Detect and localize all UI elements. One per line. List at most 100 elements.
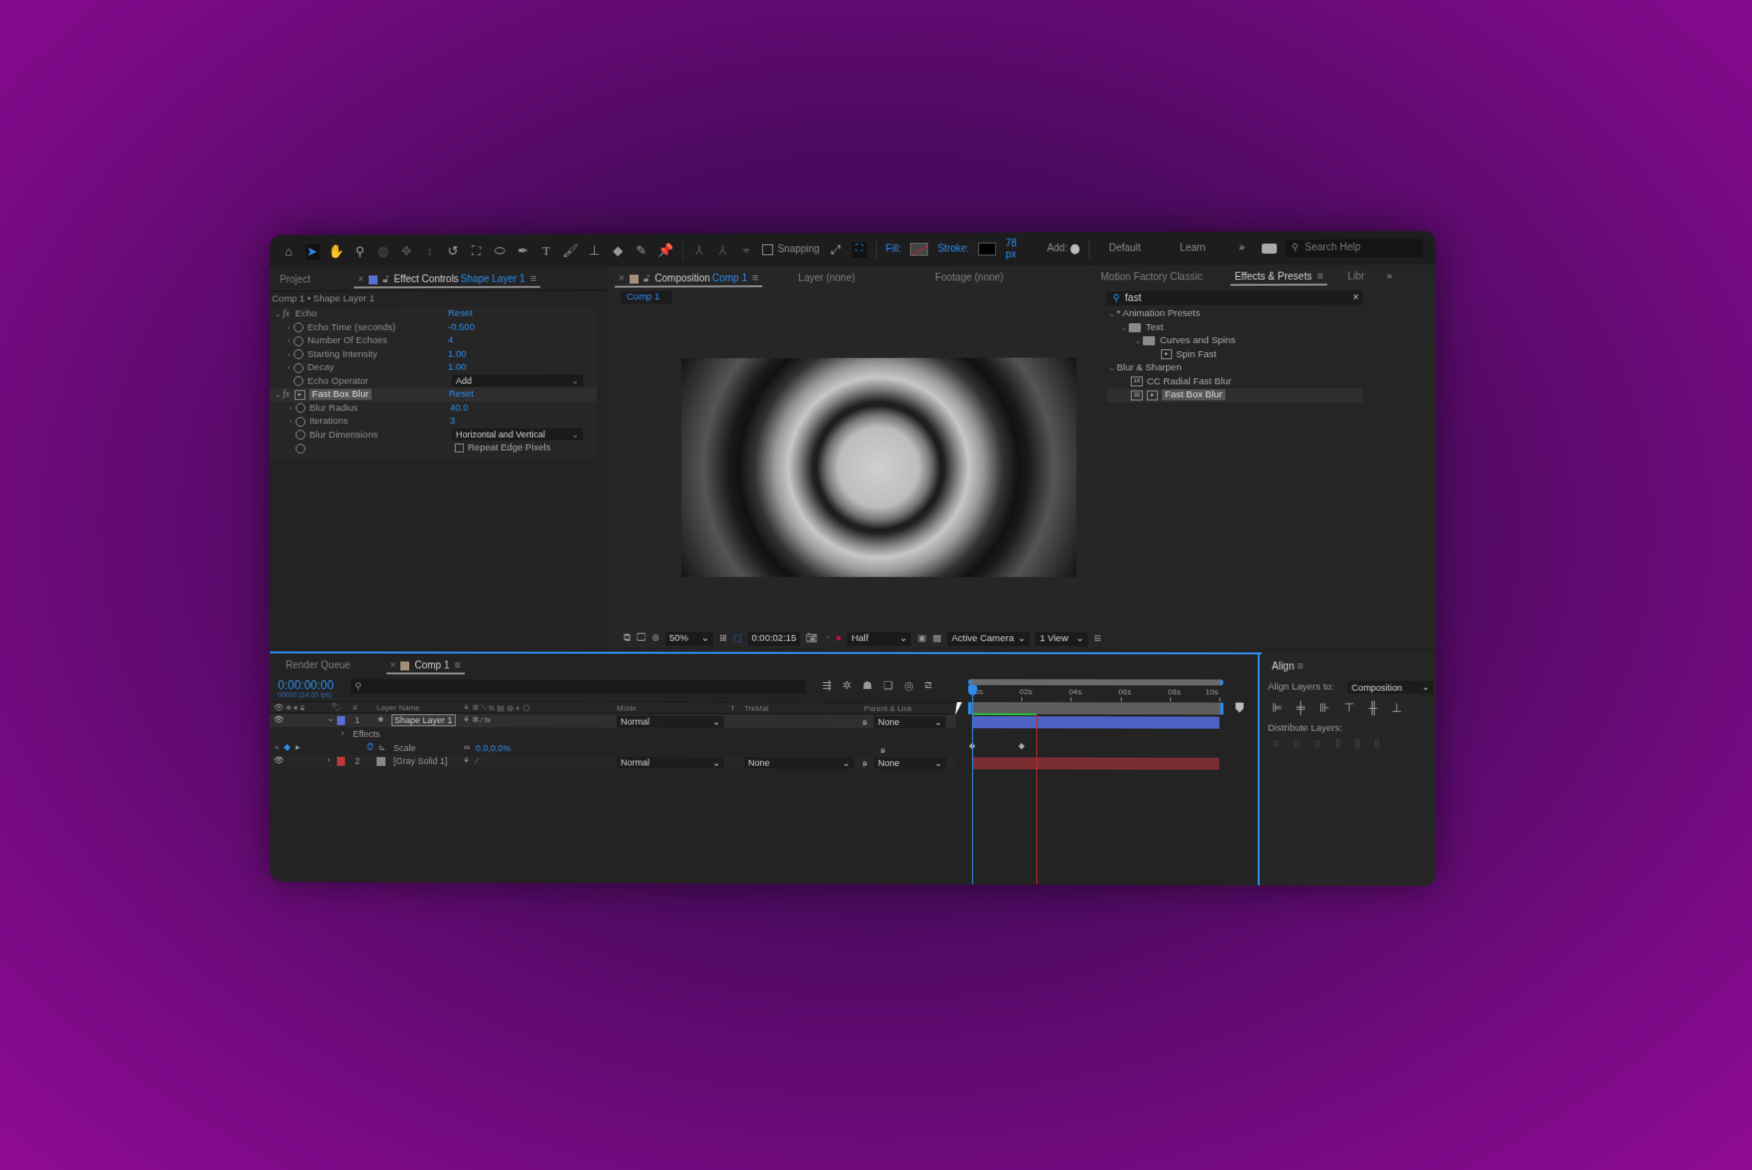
zoom-dropdown[interactable]: 50% ⌄ — [665, 631, 714, 646]
rotation-tool-icon[interactable]: ↺ — [446, 243, 460, 259]
expand-icon[interactable]: › — [286, 417, 296, 426]
close-tab-icon[interactable]: × — [619, 273, 625, 284]
layer-2-mode-dropdown[interactable]: Normal ⌄ — [616, 756, 725, 769]
selection-tool-icon[interactable]: ➤ — [304, 243, 320, 260]
graph-editor-icon[interactable]: ⧄ — [925, 679, 932, 692]
repeat-edge-pixels-checkbox-row[interactable]: Repeat Edge Pixels — [454, 441, 551, 455]
close-tab-icon[interactable]: × — [390, 660, 396, 671]
distribute-hcenter-icon[interactable]: ⦀ — [1355, 737, 1360, 752]
layer-name[interactable]: Shape Layer 1 — [391, 714, 456, 727]
effects-search-field[interactable]: ⚲ fast × — [1106, 290, 1363, 306]
tab-libraries[interactable]: Libr — [1338, 265, 1375, 287]
tab-effect-controls[interactable]: × 🔓︎ Effect Controls Shape Layer 1 ≡ — [348, 268, 546, 291]
panel-menu-icon[interactable]: ≡ — [530, 273, 536, 285]
repeat-edge-pixels-checkbox[interactable] — [454, 443, 464, 453]
eraser-icon[interactable]: ◆ — [611, 242, 625, 258]
stopwatch-icon[interactable] — [295, 403, 306, 414]
timeline-graph[interactable]: 00s02s04s06s08s10s ◆ ◆ — [966, 677, 1230, 886]
layer-name[interactable]: [Gray Solid 1] — [393, 756, 447, 766]
collapse-icon[interactable]: ⌄ — [327, 714, 334, 723]
lock-icon[interactable]: 🔓︎ — [383, 274, 389, 285]
tree-item[interactable]: ⌄ Text — [1107, 320, 1363, 334]
align-left-icon[interactable]: ⊫ — [1272, 701, 1283, 715]
timeline-current-time[interactable]: 0:00:00:00 — [278, 678, 334, 692]
stopwatch-icon[interactable]: ⏱︎ — [367, 742, 374, 753]
axis-local-icon[interactable]: ⅄ — [692, 242, 706, 258]
navigator-bar[interactable] — [968, 679, 1224, 686]
snapping-toggle[interactable]: Snapping — [762, 244, 820, 256]
more-workspaces-icon[interactable]: » — [1239, 243, 1245, 254]
tab-comp-1[interactable]: × Comp 1 ≡ — [380, 655, 470, 677]
layer-row-2[interactable]: 👁︎ › 2 [Gray Solid 1] ⚘ ⁄ Normal ⌄ None ⌄ … — [269, 754, 957, 770]
layer-label-color[interactable] — [337, 756, 345, 766]
grid-guides-icon[interactable]: ⊞ — [719, 633, 727, 644]
pickwhip-icon[interactable]: ๑ — [862, 715, 868, 729]
distribute-bottom-icon[interactable]: ≡ — [1314, 737, 1321, 752]
stopwatch-icon[interactable] — [293, 349, 304, 360]
tree-item[interactable]: ⌄ * Animation Presets — [1107, 307, 1363, 321]
pickwhip-icon[interactable]: ๑ — [862, 756, 868, 770]
tree-item[interactable]: ▸ Spin Fast — [1107, 347, 1363, 361]
fill-swatch[interactable] — [910, 242, 929, 256]
brush-tool-icon[interactable]: 🖌 — [562, 242, 578, 258]
workspace-default[interactable]: Default — [1109, 243, 1141, 254]
property-value[interactable]: 40.0 — [450, 402, 468, 413]
align-top-icon[interactable]: ⊤ — [1344, 701, 1355, 715]
layer-2-parent-dropdown[interactable]: None ⌄ — [873, 757, 947, 770]
reset-button[interactable]: Reset — [449, 389, 474, 400]
clear-search-icon[interactable]: × — [1353, 292, 1359, 303]
region-of-interest-icon[interactable]: ▣ — [917, 633, 926, 644]
distribute-right-icon[interactable]: ⦀ — [1374, 737, 1379, 752]
visibility-eye-icon[interactable]: 👁︎ — [274, 756, 284, 765]
add-keyframe-icon[interactable]: ◆ — [284, 742, 291, 753]
roto-brush-icon[interactable]: ✎ — [634, 242, 648, 258]
axis-world-icon[interactable]: ⅄ — [716, 242, 730, 258]
collapse-icon[interactable]: ⌄ — [273, 390, 283, 399]
effect-row-fast-box-blur[interactable]: ⌄ fx ▸ Fast Box Blur Reset — [269, 387, 597, 402]
timeline-search-field[interactable]: ⚲ — [350, 679, 807, 694]
graph-icon[interactable]: ⊾ — [379, 742, 386, 753]
layer-label-color[interactable] — [337, 716, 345, 726]
snap-edge-icon[interactable]: ⤢ — [829, 242, 843, 258]
align-horizontal-center-icon[interactable]: ╪ — [1296, 701, 1305, 715]
column-layer-name[interactable]: Layer Name — [377, 703, 420, 712]
composition-flowchart-icon[interactable]: ⇶ — [822, 679, 831, 692]
tab-footage[interactable]: Footage (none) — [925, 266, 1014, 288]
layer-2-trkmat-dropdown[interactable]: None ⌄ — [744, 756, 854, 770]
expand-icon[interactable]: › — [286, 404, 296, 413]
visibility-eye-icon[interactable]: 👁︎ — [274, 715, 284, 724]
stopwatch-icon[interactable] — [295, 416, 306, 427]
tab-layer[interactable]: Layer (none) — [788, 267, 865, 289]
add-button[interactable] — [1070, 243, 1080, 254]
align-bottom-icon[interactable]: ⊥ — [1391, 701, 1402, 715]
fx-icon[interactable]: fx — [283, 309, 290, 319]
stroke-swatch[interactable] — [978, 242, 997, 256]
distribute-top-icon[interactable]: ≡ — [1272, 737, 1279, 752]
effects-subrow[interactable]: › Effects — [270, 728, 956, 742]
pickwhip-icon[interactable]: ๑ — [880, 743, 886, 757]
comp-sub-tab[interactable]: Comp 1 — [620, 290, 673, 304]
property-value[interactable]: 4 — [448, 335, 453, 346]
tab-project[interactable]: Project — [270, 269, 320, 291]
workspace-settings-icon[interactable] — [1261, 243, 1277, 254]
snap-feather-icon[interactable]: ⛶ — [852, 241, 867, 258]
tab-effects-presets[interactable]: Effects & Presets ≡ — [1225, 265, 1334, 287]
pan-behind-icon[interactable]: ⛶ — [469, 243, 483, 259]
prev-keyframe-icon[interactable]: ◂ — [274, 742, 278, 753]
ellipse-tool-icon[interactable]: ⬭ — [493, 243, 507, 259]
panel-menu-icon[interactable]: ≡ — [752, 272, 758, 284]
expand-icon[interactable]: › — [327, 755, 330, 765]
property-value[interactable]: 3 — [450, 416, 455, 427]
channels-icon[interactable]: ● — [836, 633, 842, 644]
layer-row-1[interactable]: 👁︎ ⌄ 1 ★ Shape Layer 1 ⚘ ✲ ⁄ fx Normal ⌄ … — [269, 714, 957, 729]
workspace-learn[interactable]: Learn — [1180, 243, 1206, 254]
panel-menu-icon[interactable]: ≡ — [454, 660, 460, 672]
always-preview-icon[interactable]: ⧉ — [624, 633, 631, 644]
mask-path-icon[interactable]: ⬚ — [733, 633, 742, 644]
orbit-camera-icon[interactable]: ◍ — [376, 243, 390, 259]
stopwatch-icon[interactable] — [295, 430, 306, 440]
expand-icon[interactable]: › — [284, 323, 294, 332]
close-tab-icon[interactable]: × — [358, 274, 364, 285]
resolution-dropdown[interactable]: Half ⌄ — [847, 631, 912, 646]
stopwatch-icon[interactable] — [293, 336, 304, 347]
